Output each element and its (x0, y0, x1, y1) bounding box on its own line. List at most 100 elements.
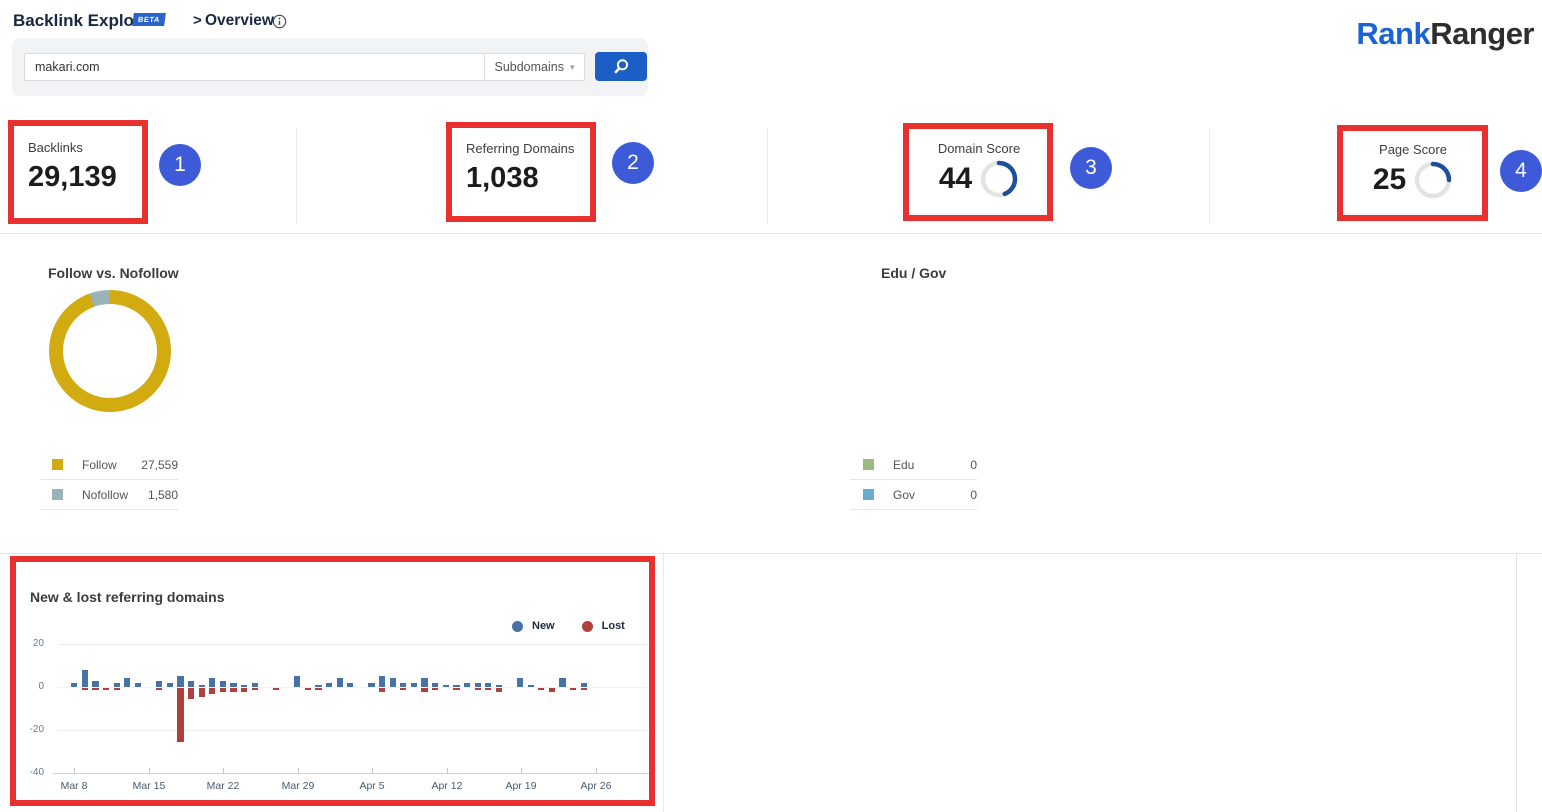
backlinks-label: Backlinks (28, 140, 117, 155)
annotation-circle-4: 4 (1500, 150, 1542, 192)
bar-lost (400, 688, 406, 690)
legend-item-follow[interactable]: Follow 27,559 (40, 450, 178, 479)
gov-value: 0 (970, 488, 977, 502)
bar-lost (549, 688, 555, 692)
nofollow-value: 1,580 (148, 488, 178, 502)
bar-new (496, 685, 502, 687)
logo-rank: Rank (1356, 16, 1430, 51)
info-icon[interactable] (272, 14, 287, 29)
bar-new (326, 683, 332, 687)
bar-lost (581, 688, 587, 690)
domain-score-label: Domain Score (920, 141, 1038, 156)
follow-value: 27,559 (141, 458, 178, 472)
annotation-circle-3: 3 (1070, 147, 1112, 189)
edu-swatch (863, 459, 874, 470)
bar-new (517, 678, 523, 687)
follow-chart-title: Follow vs. Nofollow (48, 265, 179, 281)
page-score-ring (1413, 160, 1453, 200)
bar-new (581, 683, 587, 687)
bar-new (156, 681, 162, 687)
bar-new (71, 683, 77, 687)
domain-score-value: 44 (939, 162, 972, 196)
referring-domains-label: Referring Domains (466, 141, 574, 156)
xtick-label: Apr 19 (491, 780, 551, 792)
page-score-value: 25 (1373, 163, 1406, 197)
breadcrumb-overview: Overview (205, 12, 274, 30)
x-tick (372, 768, 373, 773)
xtick-label: Apr 26 (566, 780, 626, 792)
bar-lost (92, 688, 98, 690)
right-edge-divider (1516, 554, 1517, 812)
bar-new (220, 681, 226, 687)
bar-new (559, 678, 565, 687)
edu-gov-legend: Edu 0 Gov 0 (850, 450, 977, 510)
search-bar: Subdomains ▾ (12, 38, 648, 96)
bar-new (199, 685, 205, 687)
bar-new (209, 678, 215, 687)
bar-new (475, 683, 481, 687)
bar-lost (379, 688, 385, 692)
beta-badge: BETA (132, 13, 166, 26)
xtick-label: Apr 5 (342, 780, 402, 792)
bar-new (177, 676, 183, 687)
card-divider-2 (767, 128, 768, 224)
scope-dropdown[interactable]: Subdomains ▾ (484, 54, 584, 80)
bar-new (379, 676, 385, 687)
x-axis-line (53, 773, 650, 774)
bottom-section-divider (0, 553, 1542, 554)
logo-ranger: Ranger (1430, 16, 1534, 51)
legend-item-gov[interactable]: Gov 0 (850, 480, 977, 509)
bar-new (411, 683, 417, 687)
bar-new (368, 683, 374, 687)
bar-new (453, 685, 459, 687)
x-tick (223, 768, 224, 773)
annotation-circle-1: 1 (159, 144, 201, 186)
bar-new (230, 683, 236, 687)
follow-legend: Follow 27,559 Nofollow 1,580 (40, 450, 178, 510)
bar-new (432, 683, 438, 687)
bar-lost (82, 688, 88, 690)
bar-lost (273, 688, 279, 690)
bar-new (124, 678, 130, 687)
backlink-explorer-page: Backlink Explorer BETA > Overview RankRa… (0, 0, 1542, 812)
bar-lost (209, 688, 215, 694)
x-tick (149, 768, 150, 773)
xtick-label: Mar 29 (268, 780, 328, 792)
search-icon (611, 57, 631, 77)
bar-lost (241, 688, 247, 692)
x-tick (521, 768, 522, 773)
annotation-circle-2: 2 (612, 142, 654, 184)
scope-dropdown-label: Subdomains (494, 60, 564, 74)
bottom-panel-divider (663, 554, 664, 812)
legend-item-edu[interactable]: Edu 0 (850, 450, 977, 479)
bar-lost (177, 688, 183, 742)
bar-new (400, 683, 406, 687)
page-score-label: Page Score (1356, 142, 1470, 157)
ytick-20: 20 (14, 638, 44, 649)
legend-separator (850, 509, 977, 510)
bar-new (528, 685, 534, 687)
ytick-0: 0 (14, 681, 44, 692)
bar-new (188, 681, 194, 687)
bar-lost (188, 688, 194, 699)
backlinks-card: Backlinks 29,139 (28, 140, 117, 194)
bar-lost (305, 688, 311, 690)
metrics-row-divider (0, 233, 1542, 234)
bar-lost (220, 688, 226, 692)
bar-new (294, 676, 300, 687)
bar-lost (570, 688, 576, 690)
legend-item-nofollow[interactable]: Nofollow 1,580 (40, 480, 178, 509)
donut-hole (63, 304, 157, 398)
bar-new (390, 678, 396, 687)
x-tick (447, 768, 448, 773)
bar-lost (103, 688, 109, 690)
x-tick (298, 768, 299, 773)
domain-score-ring (979, 159, 1019, 199)
gov-label: Gov (893, 488, 915, 502)
referring-domains-card: Referring Domains 1,038 (466, 141, 574, 195)
follow-label: Follow (82, 458, 117, 472)
domain-search-input[interactable] (25, 60, 484, 74)
domain-score-card: Domain Score 44 (920, 141, 1038, 199)
search-button[interactable] (595, 52, 647, 81)
bar-lost (315, 688, 321, 690)
